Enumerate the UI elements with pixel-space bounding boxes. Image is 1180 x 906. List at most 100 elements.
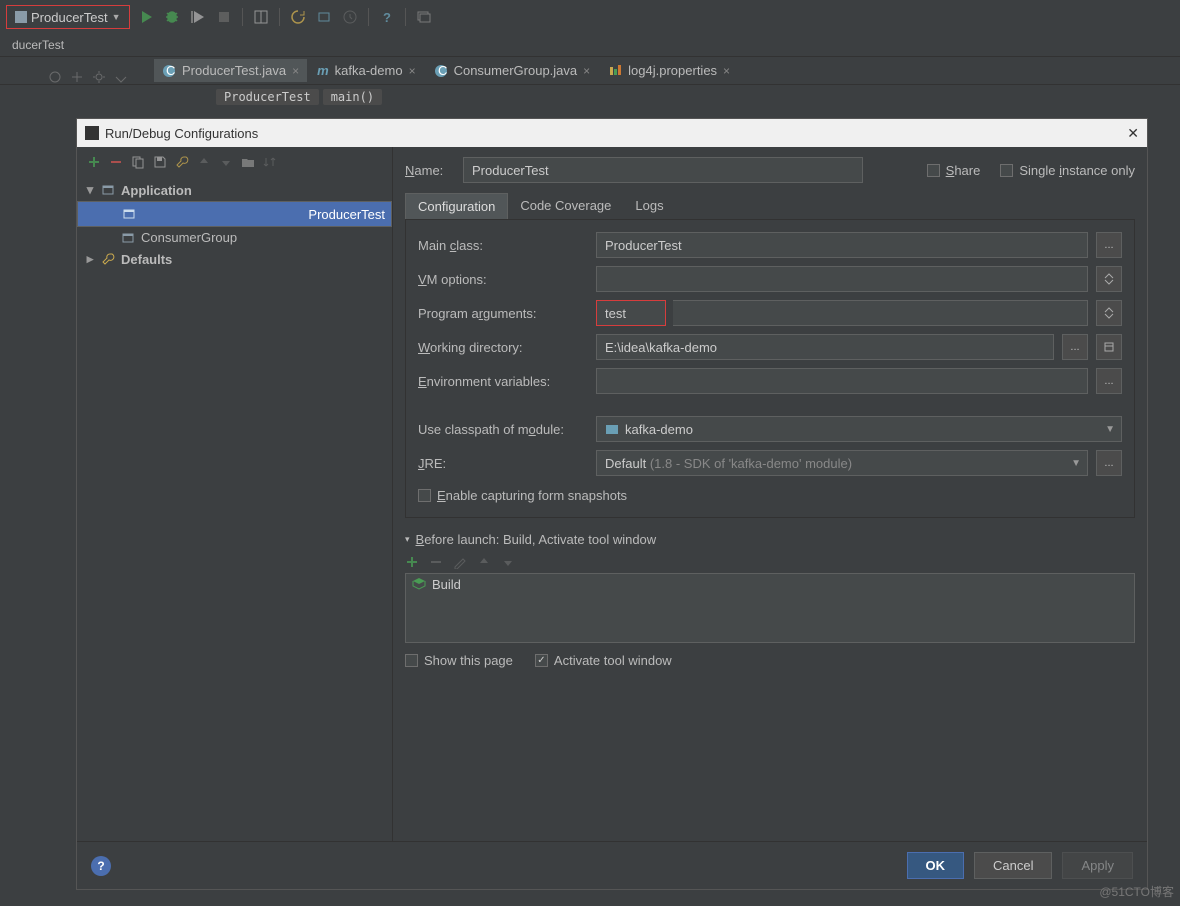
move-up-icon[interactable]: [477, 555, 491, 569]
edit-icon[interactable]: [453, 555, 467, 569]
tab-label: kafka-demo: [335, 63, 403, 78]
wd-list-button[interactable]: [1096, 334, 1122, 360]
tab-label: ProducerTest.java: [182, 63, 286, 78]
tree-label: ConsumerGroup: [141, 230, 237, 245]
run-icon[interactable]: [138, 9, 154, 25]
ok-button[interactable]: OK: [907, 852, 965, 879]
sort-icon[interactable]: [263, 155, 277, 169]
module-label: Use classpath of module:: [418, 422, 588, 437]
settings-icon[interactable]: [70, 70, 84, 84]
tree-node-application[interactable]: ▾ Application: [77, 179, 392, 201]
browse-jre-button[interactable]: ...: [1096, 450, 1122, 476]
editor-tab-kafka-demo[interactable]: m kafka-demo ×: [309, 59, 424, 82]
move-up-icon[interactable]: [197, 155, 211, 169]
history-icon[interactable]: [342, 9, 358, 25]
config-tabbar: Configuration Code Coverage Logs: [405, 193, 1135, 220]
browse-env-button[interactable]: ...: [1096, 368, 1122, 394]
layout-icon[interactable]: [253, 9, 269, 25]
tree-item-producertest[interactable]: ProducerTest: [77, 201, 392, 227]
browse-main-class-button[interactable]: ...: [1096, 232, 1122, 258]
hide-icon[interactable]: [114, 70, 128, 84]
add-icon[interactable]: [405, 555, 419, 569]
toolbar-icons: ?: [138, 8, 432, 26]
close-icon[interactable]: ✕: [1127, 125, 1139, 142]
share-checkbox[interactable]: Share: [927, 163, 981, 178]
jre-select[interactable]: Default (1.8 - SDK of 'kafka-demo' modul…: [596, 450, 1088, 476]
run-debug-dialog: Run/Debug Configurations ✕ ▾ Appl: [76, 118, 1148, 890]
properties-icon: [608, 64, 622, 78]
java-class-icon: C: [434, 64, 448, 78]
before-launch-header[interactable]: ▾ Before launch: Build, Activate tool wi…: [405, 528, 1135, 551]
svg-text:?: ?: [383, 10, 391, 25]
working-directory-input[interactable]: [596, 334, 1054, 360]
gear-icon[interactable]: [92, 70, 106, 84]
close-icon[interactable]: ×: [409, 64, 416, 78]
collapse-icon[interactable]: [48, 70, 62, 84]
tab-code-coverage[interactable]: Code Coverage: [508, 193, 623, 219]
move-down-icon[interactable]: [501, 555, 515, 569]
close-icon[interactable]: ×: [292, 64, 299, 78]
vm-options-input[interactable]: [596, 266, 1088, 292]
chevron-down-icon: ▼: [112, 12, 121, 22]
breadcrumb-class[interactable]: ProducerTest: [216, 89, 319, 105]
share-label: Share: [946, 163, 981, 178]
remove-icon[interactable]: [429, 555, 443, 569]
copy-icon[interactable]: [131, 155, 145, 169]
close-icon[interactable]: ×: [583, 64, 590, 78]
help-icon[interactable]: ?: [91, 856, 111, 876]
expand-vm-button[interactable]: [1096, 266, 1122, 292]
module-select[interactable]: kafka-demo ▼: [596, 416, 1122, 442]
breadcrumb-method[interactable]: main(): [323, 89, 382, 105]
navigation-crumb: ducerTest: [0, 34, 1180, 57]
tree-node-defaults[interactable]: ▸ Defaults: [77, 248, 392, 270]
single-instance-checkbox[interactable]: Single instance only: [1000, 163, 1135, 178]
cancel-button[interactable]: Cancel: [974, 852, 1052, 879]
tab-configuration[interactable]: Configuration: [405, 193, 508, 219]
debug-icon[interactable]: [164, 9, 180, 25]
show-page-checkbox[interactable]: Show this page: [405, 653, 513, 668]
dialog-title: Run/Debug Configurations: [105, 126, 258, 141]
snapshots-checkbox[interactable]: Enable capturing form snapshots: [406, 480, 1134, 503]
main-class-input[interactable]: [596, 232, 1088, 258]
expand-icon: ▾: [85, 182, 95, 198]
apply-button[interactable]: Apply: [1062, 852, 1133, 879]
tab-logs[interactable]: Logs: [623, 193, 675, 219]
program-arguments-input-ext[interactable]: [673, 300, 1088, 326]
module-value: kafka-demo: [625, 422, 693, 437]
separator: [368, 8, 369, 26]
activate-tool-checkbox[interactable]: Activate tool window: [535, 653, 672, 668]
dialog-icon: [85, 126, 99, 140]
search-everywhere-icon[interactable]: [416, 9, 432, 25]
save-icon[interactable]: [153, 155, 167, 169]
run-coverage-icon[interactable]: [190, 9, 206, 25]
move-down-icon[interactable]: [219, 155, 233, 169]
before-launch-list[interactable]: Build: [405, 573, 1135, 643]
editor-tab-log4j[interactable]: log4j.properties ×: [600, 59, 738, 82]
add-icon[interactable]: [87, 155, 101, 169]
close-icon[interactable]: ×: [723, 64, 730, 78]
stop-icon[interactable]: [216, 9, 232, 25]
module-icon: [605, 422, 619, 436]
folder-icon[interactable]: [241, 155, 255, 169]
jre-hint: (1.8 - SDK of 'kafka-demo' module): [650, 456, 852, 471]
remove-icon[interactable]: [109, 155, 123, 169]
editor-tabs: C ProducerTest.java × m kafka-demo × C C…: [0, 57, 1180, 85]
help-icon[interactable]: ?: [379, 9, 395, 25]
program-arguments-input[interactable]: [596, 300, 666, 326]
before-launch-toolbar: [405, 551, 1135, 573]
build-icon: [412, 577, 426, 591]
env-variables-input[interactable]: [596, 368, 1088, 394]
editor-tab-consumergroup[interactable]: C ConsumerGroup.java ×: [426, 59, 599, 82]
show-page-label: Show this page: [424, 653, 513, 668]
commit-icon[interactable]: [316, 9, 332, 25]
wrench-icon[interactable]: [175, 155, 189, 169]
editor-tab-producertest[interactable]: C ProducerTest.java ×: [154, 59, 307, 82]
name-input[interactable]: [463, 157, 863, 183]
run-config-label: ProducerTest: [31, 10, 108, 25]
update-icon[interactable]: [290, 9, 306, 25]
tree-item-consumergroup[interactable]: ConsumerGroup: [77, 227, 392, 248]
browse-wd-button[interactable]: ...: [1062, 334, 1088, 360]
config-form-panel: Name: Share Single instance only Configu…: [393, 147, 1147, 841]
expand-args-button[interactable]: [1096, 300, 1122, 326]
run-config-dropdown[interactable]: ProducerTest ▼: [6, 5, 130, 29]
